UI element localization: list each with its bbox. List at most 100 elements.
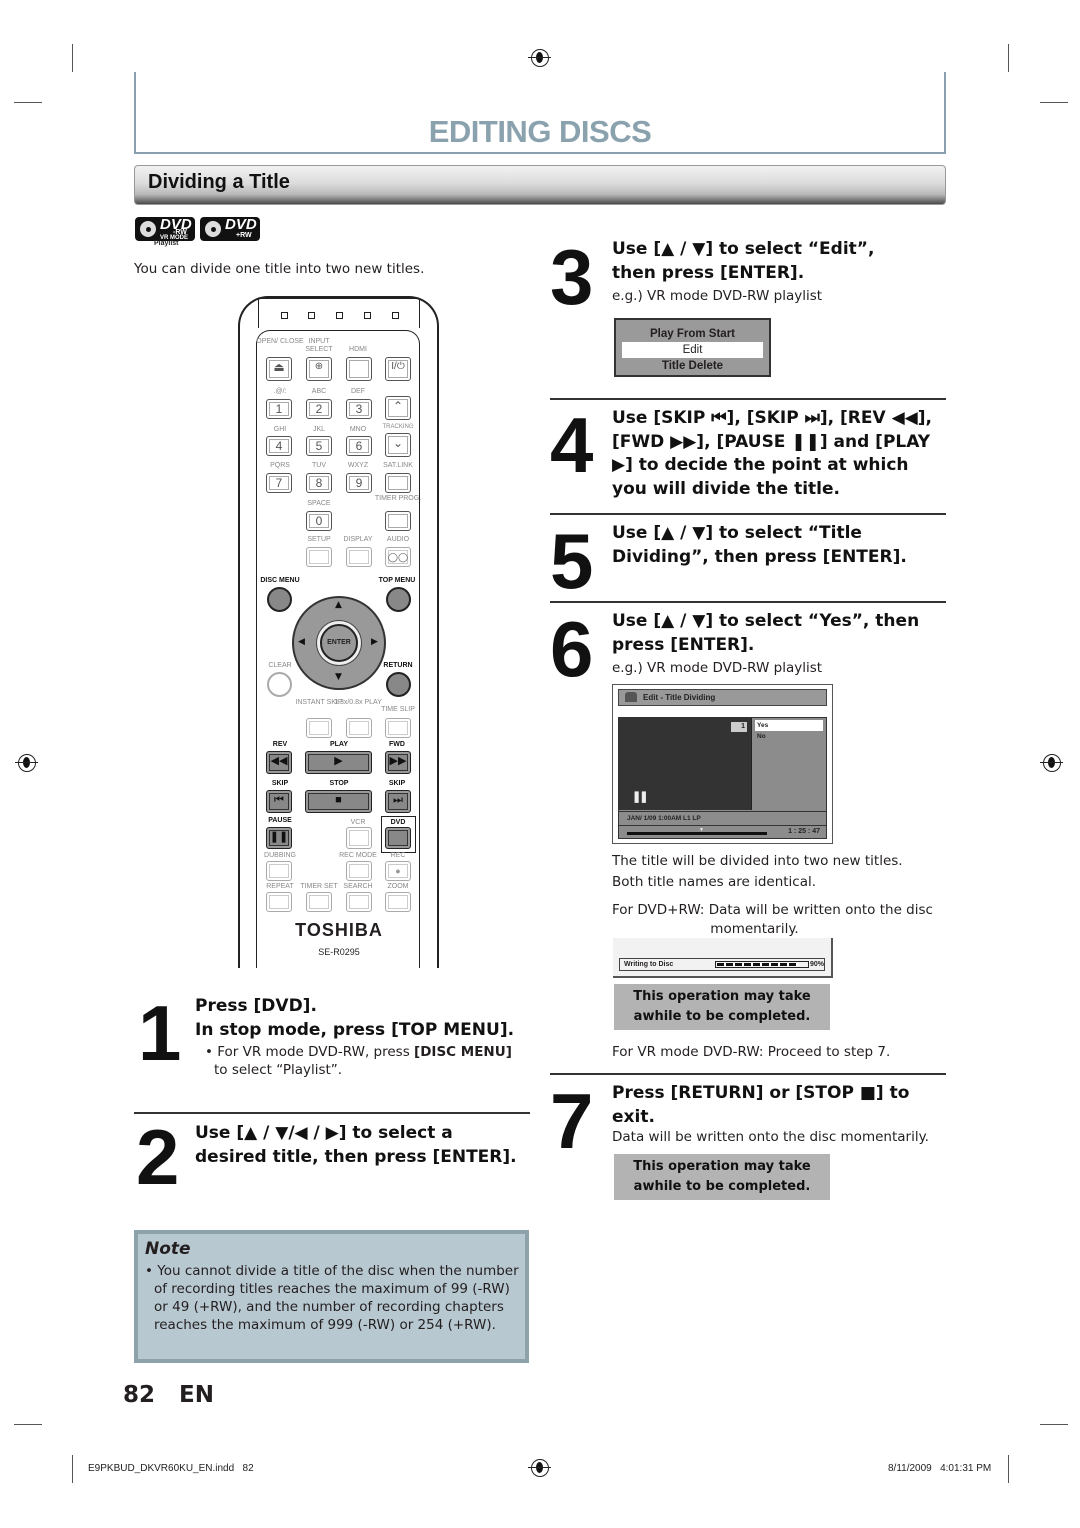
label-sat-link: SAT.LINK: [383, 462, 413, 469]
crop-mark: [14, 102, 42, 103]
hdmi-button[interactable]: [346, 357, 372, 381]
down-arrow-icon[interactable]: ▼: [335, 672, 342, 682]
elapsed-time: 1 : 25 : 47: [788, 828, 820, 835]
open-close-button[interactable]: ⏏: [266, 357, 292, 381]
label-key: DEF: [351, 388, 365, 395]
label-time-slip: TIME SLIP: [381, 706, 415, 713]
clear-button[interactable]: [267, 672, 292, 697]
audio-button[interactable]: ◯◯: [385, 547, 411, 567]
up-arrow-icon[interactable]: ▲: [335, 600, 342, 610]
page-title: EDITING DISCS: [428, 114, 652, 149]
led-indicator: [392, 312, 399, 319]
digit-5-button[interactable]: 5: [306, 436, 332, 456]
page-number-value: 82: [123, 1382, 156, 1408]
menu-item-play-from-start[interactable]: Play From Start: [622, 326, 763, 342]
speed-play-button[interactable]: [346, 718, 372, 738]
timeline-bar[interactable]: [627, 832, 767, 835]
warning-box: This operation may take awhile to be com…: [614, 1154, 830, 1200]
label-clear: CLEAR: [268, 662, 292, 669]
label-key: MNO: [349, 426, 367, 433]
chapter-number: 1: [731, 722, 747, 732]
setup-button[interactable]: [306, 547, 332, 567]
writing-progress-fill: [717, 963, 798, 966]
step-heading: Press [DVD]. In stop mode, press [TOP ME…: [195, 996, 515, 1040]
step-note: Data will be written onto the disc momen…: [612, 1129, 929, 1145]
menu-item-title-delete[interactable]: Title Delete: [622, 358, 763, 374]
option-yes[interactable]: Yes: [755, 720, 823, 731]
left-arrow-icon[interactable]: ◀: [298, 637, 305, 647]
top-menu-button[interactable]: [386, 587, 411, 612]
section-title: Dividing a Title: [148, 171, 290, 193]
search-button[interactable]: [346, 892, 372, 912]
input-select-button[interactable]: ⊕: [306, 357, 332, 381]
sat-link-button[interactable]: [385, 473, 411, 493]
display-button[interactable]: [346, 547, 372, 567]
digit-9-button[interactable]: 9: [346, 473, 372, 493]
enter-button[interactable]: ENTER: [320, 624, 358, 662]
timer-set-button[interactable]: [306, 892, 332, 912]
digit-7-button[interactable]: 7: [266, 473, 292, 493]
logo-sub: +RW: [236, 232, 252, 239]
label-rec: REC: [390, 852, 406, 859]
crop-mark: [72, 1455, 73, 1483]
instant-skip-button[interactable]: [306, 718, 332, 738]
power-button[interactable]: I/⏻: [385, 357, 411, 381]
divider: [550, 513, 946, 515]
digit-8-button[interactable]: 8: [306, 473, 332, 493]
led-indicator: [308, 312, 315, 319]
digit-2-button[interactable]: 2: [306, 399, 332, 419]
edit-icon: [625, 692, 637, 702]
tracking-up-button[interactable]: ⌃: [385, 396, 411, 420]
rev-button[interactable]: ◀◀: [266, 751, 292, 774]
time-slip-button[interactable]: [385, 718, 411, 738]
skip-back-button[interactable]: ⏮: [266, 790, 292, 813]
rec-mode-button[interactable]: [346, 861, 372, 881]
disc-menu-button[interactable]: [267, 587, 292, 612]
option-no[interactable]: No: [755, 731, 823, 742]
bullet-text: to select “Playlist”.: [214, 1062, 343, 1078]
disc-icon: [138, 219, 158, 239]
tracking-down-button[interactable]: ⌄: [385, 433, 411, 457]
registration-mark-icon: [528, 1459, 551, 1477]
step-bullet: • For VR mode DVD-RW, press [DISC MENU] …: [205, 1044, 512, 1078]
led-indicator: [336, 312, 343, 319]
digit-0-button[interactable]: 0: [306, 511, 332, 531]
digit-3-button[interactable]: 3: [346, 399, 372, 419]
step-example: e.g.) VR mode DVD-RW playlist: [612, 288, 823, 304]
step-number: 1: [138, 989, 182, 1077]
fwd-button[interactable]: ▶▶: [385, 751, 411, 774]
playlist-caption: Playlist: [154, 240, 179, 247]
dvd-button[interactable]: [385, 827, 411, 849]
crop-mark: [72, 44, 73, 72]
bullet-text: For VR mode DVD-RW, press: [217, 1044, 415, 1060]
step-heading: Press [RETURN] or [STOP ■] to exit.: [612, 1083, 910, 1127]
skip-fwd-button[interactable]: ⏭: [385, 790, 411, 813]
pause-button[interactable]: ❚❚: [266, 827, 292, 849]
crop-mark: [1008, 44, 1009, 72]
dubbing-button[interactable]: [266, 861, 292, 881]
digit-6-button[interactable]: 6: [346, 436, 372, 456]
return-button[interactable]: [386, 672, 411, 697]
repeat-button[interactable]: [266, 892, 292, 912]
right-arrow-icon[interactable]: ▶: [371, 637, 378, 647]
footer-timestamp: 8/11/2009 4:01:31 PM: [888, 1463, 992, 1474]
crop-mark: [1008, 1455, 1009, 1483]
registration-mark-icon: [1040, 754, 1063, 772]
digit-1-button[interactable]: 1: [266, 399, 292, 419]
osd-header: Edit - Title Dividing: [618, 689, 827, 706]
intro-text: You can divide one title into two new ti…: [134, 261, 425, 277]
disc-icon: [203, 219, 223, 239]
logo-text: DVD: [225, 216, 257, 233]
digit-4-button[interactable]: 4: [266, 436, 292, 456]
label-timer-prog: TIMER PROG.: [374, 495, 422, 502]
timer-prog-button[interactable]: [385, 511, 411, 531]
divider: [134, 1112, 530, 1114]
play-button[interactable]: ▶: [305, 751, 372, 774]
crop-mark: [1040, 1424, 1068, 1425]
menu-item-edit[interactable]: Edit: [622, 342, 763, 358]
label-top-menu: TOP MENU: [378, 577, 416, 584]
rec-button[interactable]: ●: [385, 861, 411, 881]
zoom-button[interactable]: [385, 892, 411, 912]
stop-button[interactable]: ■: [305, 790, 372, 813]
vcr-button[interactable]: [346, 827, 372, 849]
